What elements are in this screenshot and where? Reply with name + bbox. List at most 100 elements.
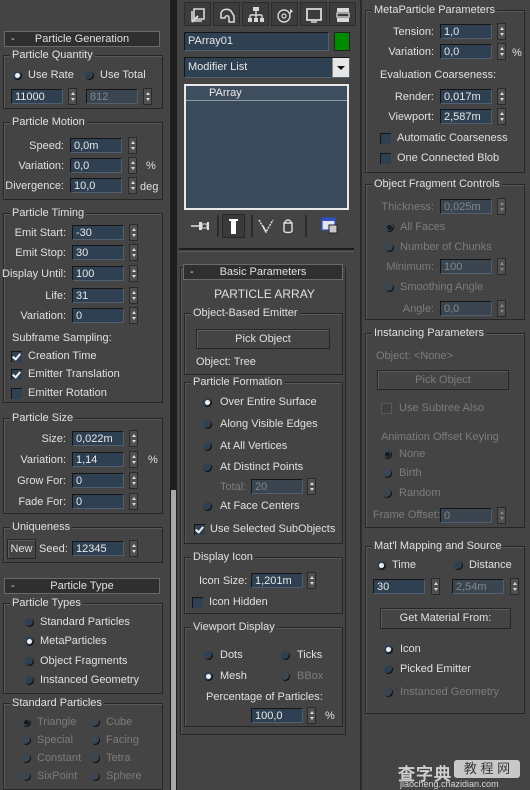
size-variation-spinner[interactable] (129, 451, 138, 468)
speed-spinner[interactable] (128, 137, 137, 154)
timing-variation-field[interactable]: 0 (72, 308, 124, 323)
material-instanced-geometry-radio[interactable] (384, 688, 393, 697)
modifier-stack-item[interactable]: PArray (186, 86, 347, 101)
standard-particles-radio[interactable] (25, 618, 34, 627)
meta-variation-field[interactable]: 0,0 (440, 44, 492, 59)
viewport-coarseness-spinner[interactable] (497, 108, 506, 125)
thickness-field[interactable]: 0,025m (440, 199, 492, 214)
dropdown-arrow-button[interactable] (332, 58, 349, 77)
thickness-spinner[interactable] (497, 198, 506, 215)
total-spinner[interactable] (143, 88, 152, 105)
offset-random-radio[interactable] (383, 489, 392, 498)
grow-for-spinner[interactable] (129, 472, 138, 489)
bbox-radio[interactable] (281, 672, 290, 681)
life-field[interactable]: 31 (72, 288, 124, 303)
frame-offset-field[interactable]: 0 (440, 508, 492, 523)
constant-radio[interactable] (22, 754, 31, 763)
facing-radio[interactable] (91, 736, 100, 745)
mesh-radio[interactable] (204, 672, 213, 681)
icon-hidden-checkbox[interactable] (192, 597, 203, 608)
left-panel-scrollbar-thumb[interactable] (171, 490, 176, 790)
percentage-field[interactable]: 100,0 (251, 708, 303, 723)
over-entire-surface-radio[interactable] (203, 398, 212, 407)
size-variation-field[interactable]: 1,14 (72, 452, 124, 467)
seed-spinner[interactable] (129, 540, 138, 557)
creation-time-checkbox[interactable] (11, 351, 22, 362)
viewport-coarseness-field[interactable]: 2,587m (440, 109, 492, 124)
ticks-radio[interactable] (281, 651, 290, 660)
render-coarseness-spinner[interactable] (497, 88, 506, 105)
seed-field[interactable]: 12345 (72, 541, 124, 556)
pick-object-button[interactable]: Pick Object (196, 329, 330, 349)
remove-modifier-button[interactable] (280, 217, 296, 235)
grow-for-field[interactable]: 0 (72, 473, 124, 488)
picked-emitter-radio[interactable] (384, 665, 393, 674)
rate-field[interactable]: 11000 (11, 89, 63, 104)
make-unique-button[interactable] (257, 217, 277, 235)
use-total-radio[interactable] (85, 71, 94, 80)
particle-type-rollout-header[interactable]: - Particle Type (4, 578, 160, 594)
smoothing-angle-radio[interactable] (385, 283, 394, 292)
modifier-list-dropdown[interactable]: Modifier List (184, 57, 350, 78)
motion-variation-spinner[interactable] (128, 157, 137, 174)
render-coarseness-field[interactable]: 0,017m (440, 89, 492, 104)
icon-size-field[interactable]: 1,201m (251, 573, 303, 588)
object-color-swatch[interactable] (334, 32, 350, 51)
time-value-spinner[interactable] (431, 578, 440, 595)
total-points-field[interactable]: 20 (251, 479, 303, 494)
display-until-field[interactable]: 100 (72, 266, 124, 281)
motion-variation-field[interactable]: 0,0 (70, 158, 122, 173)
utilities-tab[interactable] (329, 2, 356, 26)
at-face-centers-radio[interactable] (203, 502, 212, 511)
triangle-radio[interactable] (22, 718, 31, 727)
metaparticles-radio[interactable] (25, 637, 34, 646)
angle-field[interactable]: 0,0 (440, 301, 492, 316)
dots-radio[interactable] (204, 651, 213, 660)
at-all-vertices-radio[interactable] (203, 442, 212, 451)
total-points-spinner[interactable] (307, 478, 316, 495)
tension-spinner[interactable] (497, 23, 506, 40)
distance-value-field[interactable]: 2,54m (452, 579, 504, 594)
new-seed-button[interactable]: New (7, 539, 36, 559)
use-rate-radio[interactable] (13, 71, 22, 80)
show-end-result-button[interactable] (222, 214, 245, 238)
instancing-pick-object-button[interactable]: Pick Object (377, 370, 509, 390)
tetra-radio[interactable] (91, 754, 100, 763)
display-tab[interactable] (300, 2, 327, 26)
total-field[interactable]: 812 (86, 89, 138, 104)
at-distinct-points-radio[interactable] (203, 463, 212, 472)
size-spinner[interactable] (129, 430, 138, 447)
one-connected-blob-checkbox[interactable] (380, 153, 391, 164)
cube-radio[interactable] (91, 718, 100, 727)
display-until-spinner[interactable] (129, 265, 138, 282)
sixpoint-radio[interactable] (22, 772, 31, 781)
special-radio[interactable] (22, 736, 31, 745)
percentage-spinner[interactable] (307, 707, 316, 724)
emit-start-spinner[interactable] (129, 224, 138, 241)
basic-parameters-rollout-header[interactable]: - Basic Parameters (183, 264, 343, 280)
along-visible-edges-radio[interactable] (203, 420, 212, 429)
emit-stop-field[interactable]: 30 (72, 245, 124, 260)
use-subtree-checkbox[interactable] (381, 403, 392, 414)
object-fragments-radio[interactable] (25, 657, 34, 666)
meta-variation-spinner[interactable] (497, 43, 506, 60)
time-value-field[interactable]: 30 (373, 579, 425, 594)
instanced-geometry-radio[interactable] (25, 676, 34, 685)
size-field[interactable]: 0,022m (72, 431, 124, 446)
automatic-coarseness-checkbox[interactable] (380, 133, 391, 144)
modify-tab[interactable] (213, 2, 240, 26)
emit-stop-spinner[interactable] (129, 244, 138, 261)
distance-radio[interactable] (454, 561, 463, 570)
pin-stack-button[interactable] (190, 218, 212, 234)
divergence-spinner[interactable] (128, 177, 137, 194)
all-faces-radio[interactable] (385, 223, 394, 232)
time-radio[interactable] (377, 561, 386, 570)
speed-field[interactable]: 0,0m (70, 138, 122, 153)
get-material-from-button[interactable]: Get Material From: (380, 608, 511, 629)
tension-field[interactable]: 1,0 (440, 24, 492, 39)
life-spinner[interactable] (129, 287, 138, 304)
left-panel-scrollbar-track[interactable] (170, 0, 177, 790)
sphere-radio[interactable] (91, 772, 100, 781)
fade-for-field[interactable]: 0 (72, 494, 124, 509)
emit-start-field[interactable]: -30 (72, 225, 124, 240)
